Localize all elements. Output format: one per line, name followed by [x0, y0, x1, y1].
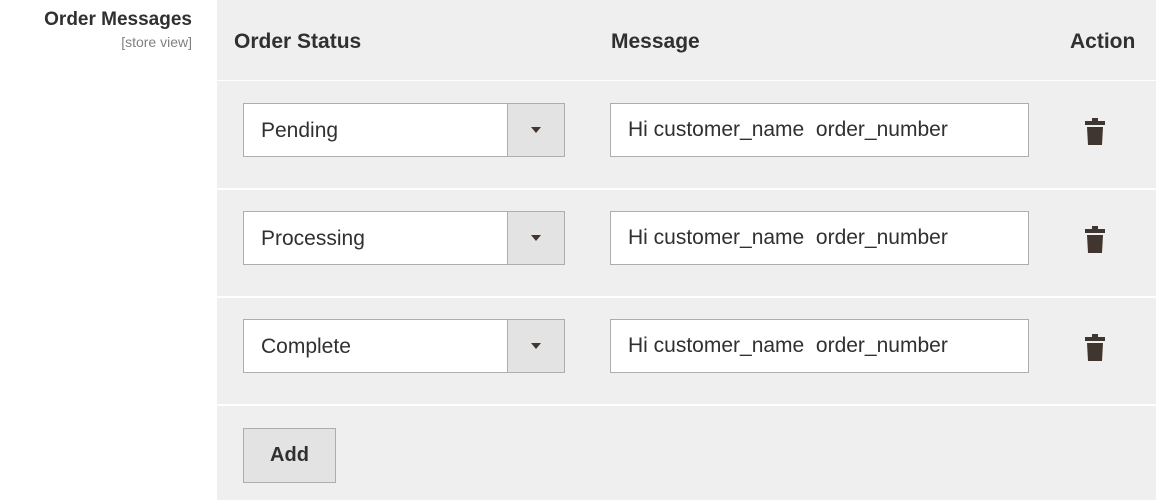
header-action: Action: [1070, 30, 1136, 53]
field-scope: [store view]: [121, 34, 192, 50]
order-status-select[interactable]: Pending: [243, 103, 565, 157]
table-row: Complete: [217, 297, 1156, 406]
message-input[interactable]: [610, 211, 1029, 265]
order-status-value: Complete: [261, 335, 351, 358]
chevron-down-icon[interactable]: [507, 320, 564, 372]
order-status-select[interactable]: Processing: [243, 211, 565, 265]
trash-icon[interactable]: [1084, 117, 1106, 147]
order-status-value: Pending: [261, 119, 339, 142]
order-status-value: Processing: [261, 227, 365, 250]
header-message: Message: [611, 30, 700, 53]
order-status-select[interactable]: Complete: [243, 319, 565, 373]
message-input[interactable]: [610, 319, 1029, 373]
table-row: Processing: [217, 189, 1156, 298]
grid-header: Order Status Message Action: [217, 0, 1156, 81]
order-messages-grid: Order Status Message Action Pending Proc…: [217, 0, 1156, 500]
message-input[interactable]: [610, 103, 1029, 157]
field-label: Order Messages [store view]: [0, 8, 192, 51]
header-order-status: Order Status: [234, 30, 362, 53]
field-title: Order Messages: [44, 9, 192, 30]
trash-icon[interactable]: [1084, 225, 1106, 255]
trash-icon[interactable]: [1084, 333, 1106, 363]
chevron-down-icon[interactable]: [507, 212, 564, 264]
chevron-down-icon[interactable]: [507, 104, 564, 156]
add-button[interactable]: Add: [243, 428, 336, 483]
table-row: Pending: [217, 81, 1156, 190]
